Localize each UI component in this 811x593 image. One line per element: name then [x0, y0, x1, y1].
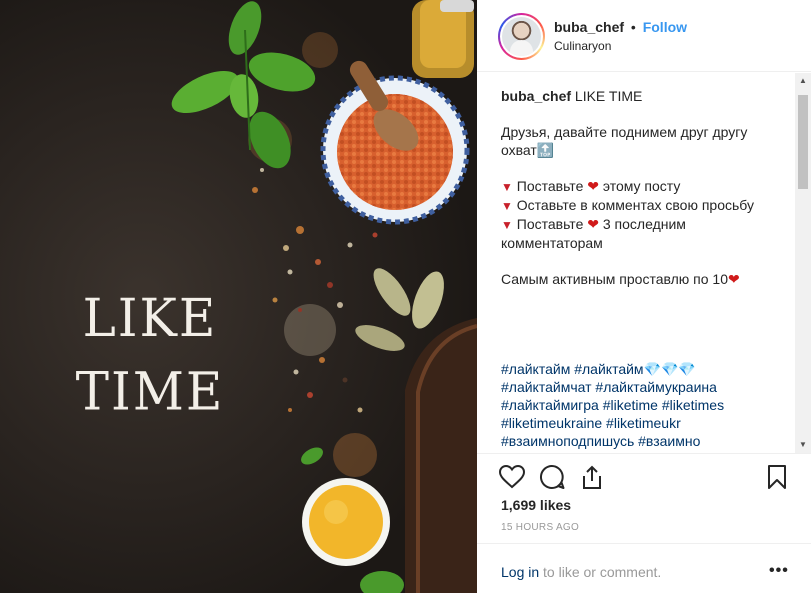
photo-overlay-line2: TIME — [75, 361, 225, 423]
likes-count[interactable]: 1,699 likes — [501, 497, 571, 513]
caption-list-item: ▼ Оставьте в комментах свою просьбу — [501, 196, 779, 215]
post-caption: buba_chef LIKE TIME Друзья, давайте подн… — [501, 87, 779, 450]
login-link[interactable]: Log in — [501, 564, 539, 580]
scroll-down-arrow-icon[interactable]: ▼ — [795, 437, 811, 453]
triangle-icon: ▼ — [501, 180, 513, 194]
avatar[interactable] — [498, 13, 545, 60]
caption-list-text: Поставьте — [516, 178, 588, 194]
post-side-panel: buba_chef • Follow Culinaryon buba_chef … — [477, 0, 811, 593]
hashtag-line[interactable]: #лайктайм #лайктайм💎💎💎 — [501, 360, 779, 378]
caption-gap — [501, 324, 779, 342]
caption-gap — [501, 288, 779, 306]
hashtag-line[interactable]: #liketimeukraine #liketimeukr — [501, 414, 779, 432]
caption-list-item: ▼ Поставьте ❤ этому посту — [501, 177, 779, 196]
caption-list-text: Поставьте — [516, 216, 588, 232]
avatar-inner — [500, 15, 543, 58]
heart-emoji: ❤ — [587, 178, 599, 194]
heart-emoji: ❤ — [728, 271, 740, 287]
action-bar — [477, 453, 811, 501]
caption-gap — [501, 342, 779, 360]
caption-gap — [501, 159, 779, 177]
caption-title: LIKE TIME — [574, 88, 643, 104]
triangle-icon: ▼ — [501, 218, 513, 232]
heart-emoji: ❤ — [587, 216, 599, 232]
share-icon[interactable] — [579, 464, 605, 490]
header-user-line: buba_chef • Follow — [554, 19, 687, 36]
triangle-icon: ▼ — [501, 199, 513, 213]
post-header: buba_chef • Follow Culinaryon — [477, 0, 811, 72]
login-rest-text: to like or comment. — [539, 564, 662, 580]
caption-first-line: buba_chef LIKE TIME — [501, 87, 779, 105]
caption-outro: Самым активным проставлю по 10❤ — [501, 270, 779, 288]
photo-overlay-line1: LIKE — [82, 287, 218, 349]
bookmark-icon[interactable] — [764, 464, 790, 490]
follow-button[interactable]: Follow — [643, 19, 687, 35]
login-prompt: Log in to like or comment. ••• — [477, 543, 811, 593]
post-timestamp[interactable]: 15 HOURS AGO — [501, 522, 579, 533]
location-link[interactable]: Culinaryon — [554, 39, 611, 53]
header-username[interactable]: buba_chef — [554, 19, 624, 35]
caption-username[interactable]: buba_chef — [501, 88, 571, 104]
scroll-thumb[interactable] — [798, 95, 808, 189]
photo-overlay-text: LIKE TIME — [40, 282, 260, 429]
more-icon[interactable]: ••• — [769, 562, 789, 580]
caption-list-item: ▼ Поставьте ❤ 3 последним комментаторам — [501, 215, 779, 252]
caption-outro-text: Самым активным проставлю по 10 — [501, 271, 729, 287]
post-photo[interactable]: LIKE TIME — [0, 0, 477, 593]
heart-icon[interactable] — [499, 464, 525, 490]
caption-gap — [501, 252, 779, 270]
header-separator: • — [630, 19, 636, 35]
caption-list-text: Оставьте в комментах свою просьбу — [516, 197, 754, 213]
hashtag-line[interactable]: #лайктаймчат #лайктаймукраина — [501, 378, 779, 396]
login-text: Log in to like or comment. — [501, 564, 661, 580]
caption-intro: Друзья, давайте поднимем друг другу охва… — [501, 124, 752, 158]
comments-scrollbar[interactable]: ▲ ▼ — [795, 73, 811, 453]
caption-list-text: этому посту — [598, 178, 681, 194]
caption-gap — [501, 306, 779, 324]
scroll-up-arrow-icon[interactable]: ▲ — [795, 73, 811, 89]
hashtag-line[interactable]: #взаимноподпишусь #взаимно — [501, 432, 779, 450]
hashtag-line[interactable]: #лайктаймигра #liketime #liketimes — [501, 396, 779, 414]
avatar-image — [502, 17, 541, 56]
comment-icon[interactable] — [539, 464, 565, 490]
comments-area[interactable]: buba_chef LIKE TIME Друзья, давайте подн… — [477, 73, 811, 453]
caption-gap — [501, 105, 779, 123]
